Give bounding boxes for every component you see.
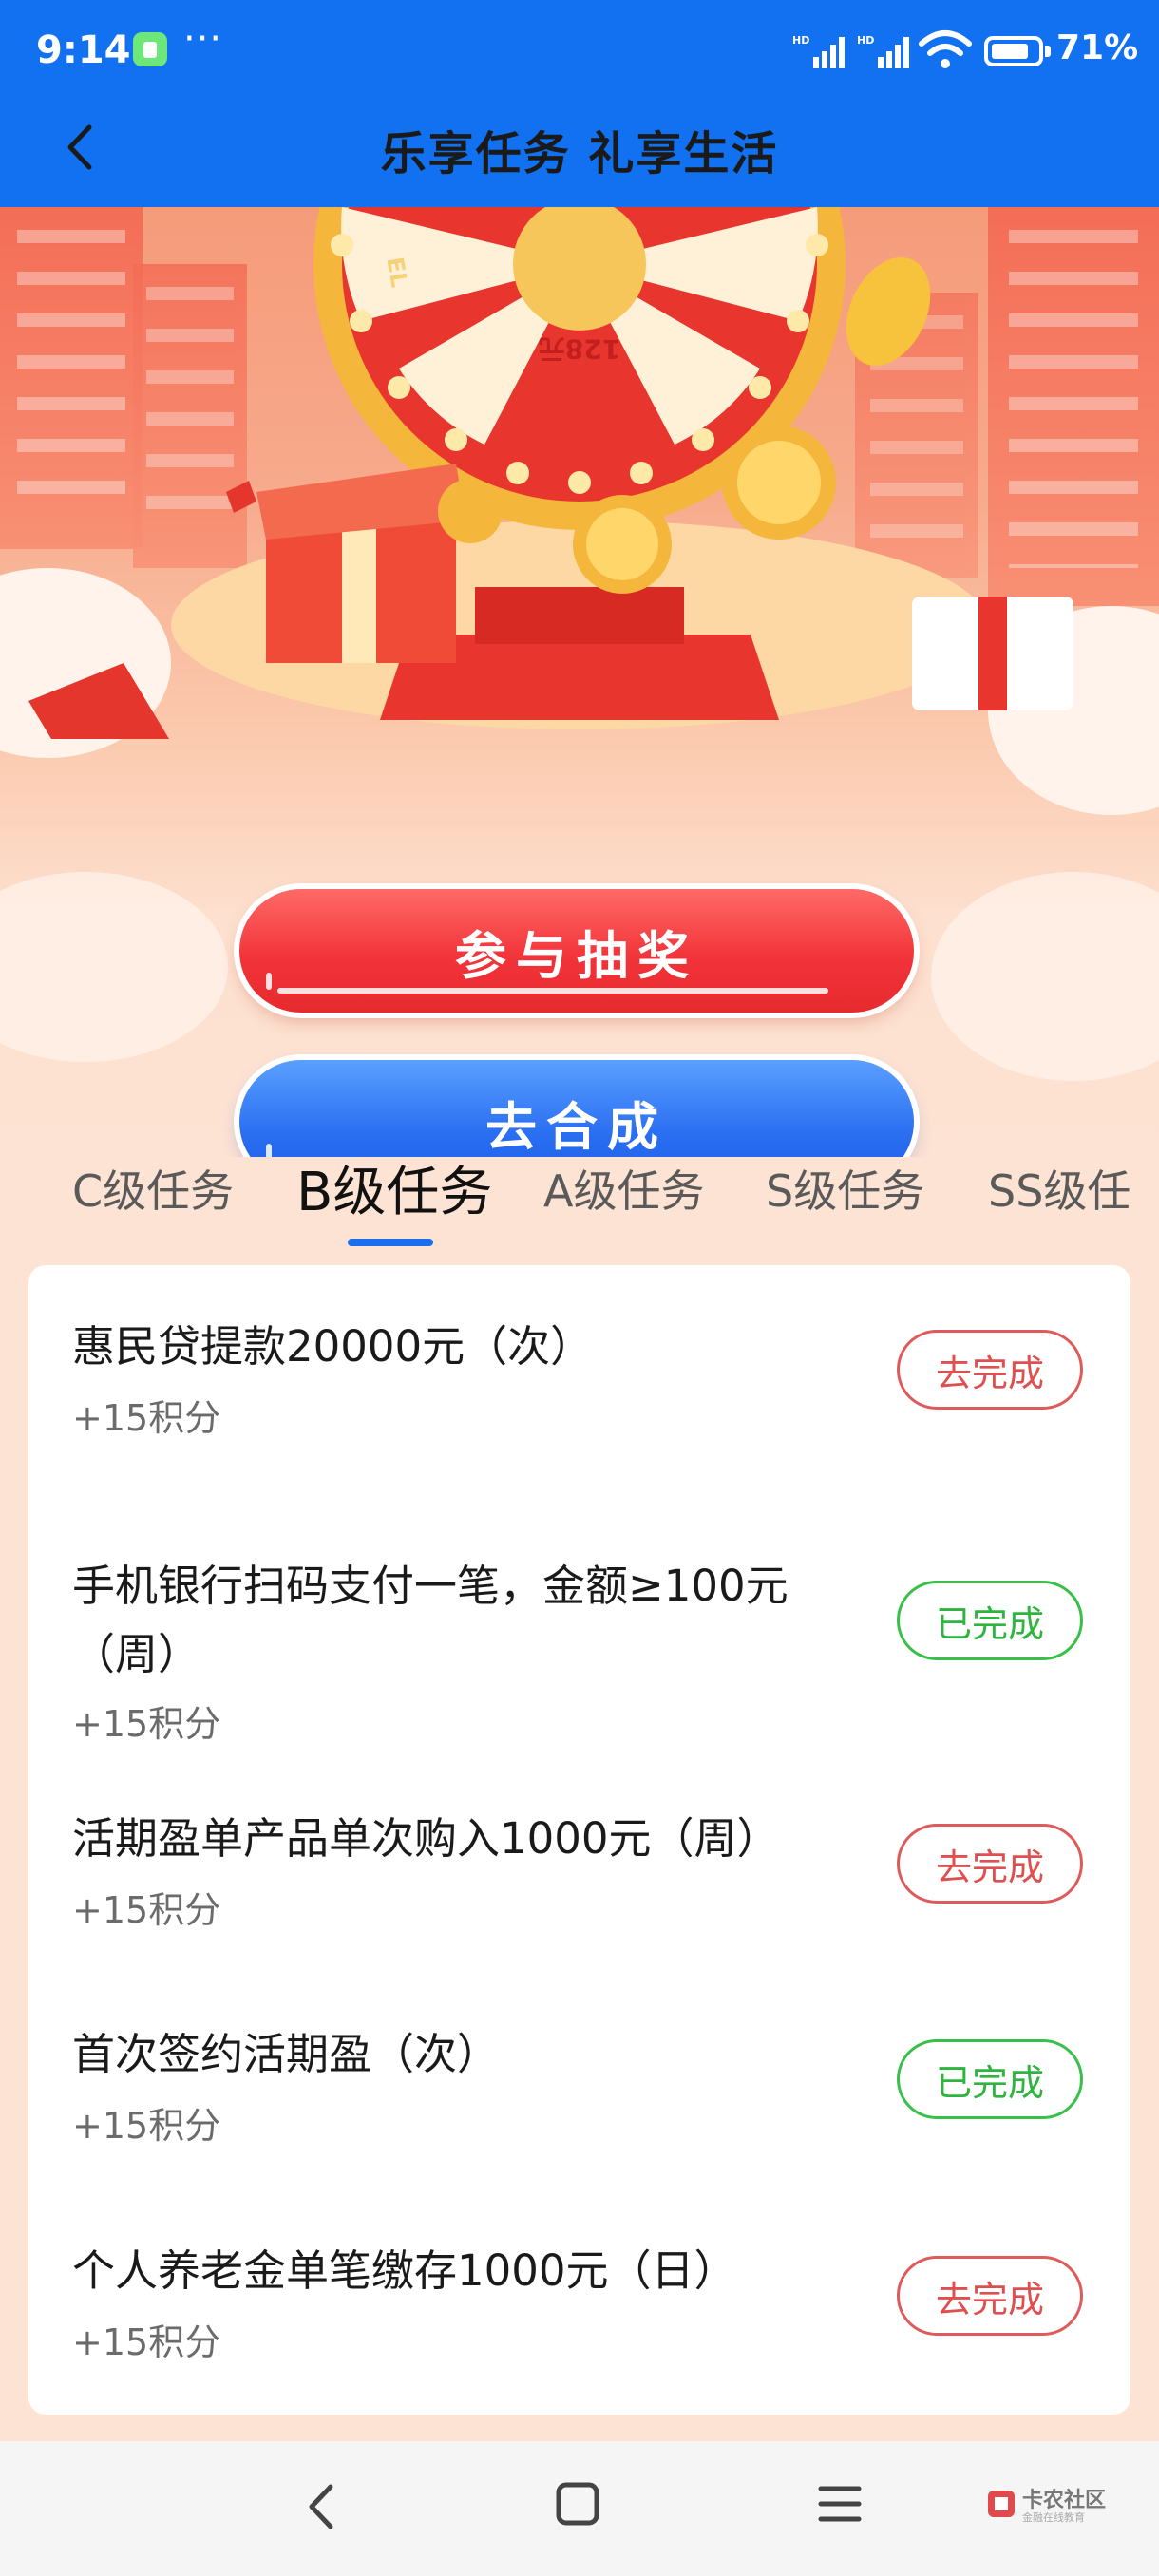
watermark-subtext: 金融在线教育 — [1022, 2511, 1085, 2524]
task-level-tabs: C级任务 B级任务 A级任务 S级任务 SS级任 — [0, 1140, 1159, 1254]
task-points: +15积分 — [72, 2105, 221, 2147]
svg-text:HD: HD — [857, 34, 874, 47]
top-bar: 9:14 ··· HD HD 71% 乐享任务 礼享生活 — [0, 0, 1159, 207]
page-title: 乐享任务 礼享生活 — [380, 127, 779, 180]
draw-lottery-button[interactable]: 参与抽奖 — [239, 889, 914, 1013]
task-action-button[interactable]: 已完成 — [897, 1581, 1083, 1660]
notification-app-icon — [133, 32, 167, 66]
tab-c-level[interactable]: C级任务 — [72, 1157, 234, 1220]
task-points: +15积分 — [72, 1889, 221, 1931]
status-bar: 9:14 ··· HD HD 71% — [0, 0, 1159, 103]
task-action-button[interactable]: 去完成 — [897, 1824, 1083, 1904]
task-title: 个人养老金单笔缴存1000元（日） — [72, 2245, 737, 2296]
active-tab-indicator — [348, 1239, 433, 1246]
prize-wheel-illustration: 128元 EL — [28, 207, 1074, 739]
svg-text:HD: HD — [792, 34, 809, 47]
task-title: 惠民贷提款20000元（次） — [72, 1321, 594, 1372]
nav-home-icon[interactable] — [553, 2479, 602, 2529]
task-points: +15积分 — [72, 1703, 221, 1745]
tab-b-level[interactable]: B级任务 — [296, 1149, 492, 1226]
wheel-segment-label: EL — [381, 256, 412, 290]
task-title: 首次签约活期盈（次） — [72, 2029, 501, 2079]
hero-banner: 128元 EL 参与抽奖 去合成 — [0, 207, 1159, 1157]
signal-icon-2: HD — [857, 34, 909, 68]
battery-percent: 71% — [1056, 28, 1139, 67]
task-title: 活期盈单产品单次购入1000元（周） — [72, 1813, 780, 1864]
draw-lottery-label: 参与抽奖 — [455, 925, 698, 986]
task-title: 手机银行扫码支付一笔，金额≥100元（周） — [72, 1561, 788, 1679]
status-time: 9:14 — [36, 28, 131, 72]
button-highlight — [266, 973, 828, 994]
nav-menu-icon[interactable] — [815, 2479, 864, 2529]
signal-icon: HD — [792, 34, 845, 68]
tab-a-level[interactable]: A级任务 — [543, 1157, 704, 1220]
task-points: +15积分 — [72, 1397, 221, 1439]
battery-icon — [984, 36, 1043, 66]
more-notifications-icon: ··· — [183, 17, 223, 61]
task-action-button[interactable]: 已完成 — [897, 2039, 1083, 2119]
cloud-decoration — [0, 872, 228, 1062]
nav-back-icon[interactable] — [294, 2473, 352, 2540]
cloud-decoration — [931, 872, 1159, 1081]
watermark-logo-icon — [988, 2491, 1015, 2517]
task-action-button[interactable]: 去完成 — [897, 1330, 1083, 1410]
battery-tip — [1045, 46, 1051, 57]
wheel-prize-label: 128元 — [539, 333, 620, 365]
system-nav-bar: 卡农社区 金融在线教育 — [0, 2441, 1159, 2576]
task-points: +15积分 — [72, 2321, 221, 2363]
task-action-button[interactable]: 去完成 — [897, 2256, 1083, 2336]
task-list-card: 惠民贷提款20000元（次） +15积分 去完成 手机银行扫码支付一笔，金额≥1… — [28, 1265, 1130, 2415]
tab-ss-level[interactable]: SS级任 — [988, 1157, 1130, 1220]
tab-s-level[interactable]: S级任务 — [766, 1157, 924, 1220]
wifi-icon — [919, 30, 972, 68]
watermark: 卡农社区 金融在线教育 — [984, 2481, 1127, 2538]
